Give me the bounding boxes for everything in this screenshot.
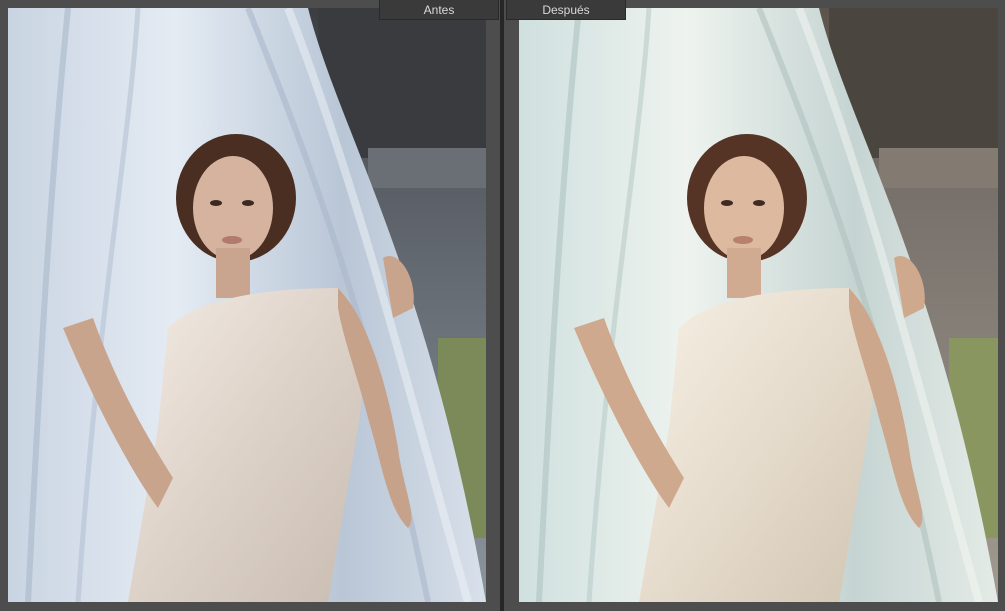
after-pane[interactable]: Después <box>504 0 1005 611</box>
before-photo-image <box>8 8 486 602</box>
before-after-compare-view: Antes Después <box>0 0 1005 611</box>
after-photo-image <box>519 8 998 602</box>
before-label: Antes <box>379 0 499 20</box>
after-label: Después <box>506 0 626 20</box>
after-photo[interactable] <box>519 8 998 602</box>
before-photo[interactable] <box>8 8 486 602</box>
before-pane[interactable]: Antes <box>0 0 500 611</box>
